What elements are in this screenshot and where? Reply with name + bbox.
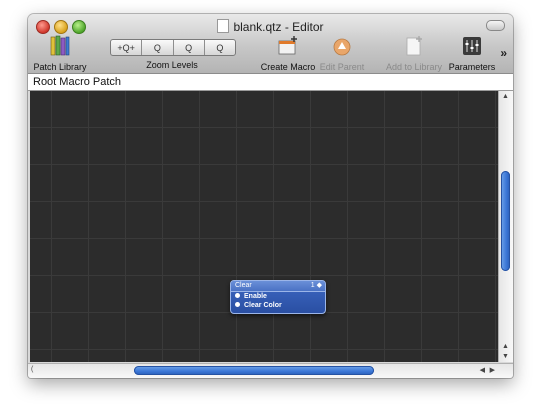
scroll-left-arrow-icon[interactable]: ◀ [480, 366, 485, 374]
port-dot-icon[interactable] [235, 293, 240, 298]
edit-parent-icon [333, 38, 351, 56]
add-to-library-icon [406, 36, 422, 56]
vertical-scroll-thumb[interactable] [501, 171, 510, 271]
patch-library-icon [50, 35, 70, 56]
create-macro-label: Create Macro [260, 62, 316, 72]
zoom-in-button[interactable]: Q [205, 40, 235, 55]
toolbar-toggle-button[interactable] [486, 20, 505, 31]
patch-library-button[interactable]: Patch Library [30, 35, 90, 72]
document-icon [217, 19, 230, 33]
zoom-actual-button[interactable]: Q [174, 40, 205, 55]
input-port-clear-color[interactable]: Clear Color [231, 301, 325, 310]
patch-library-label: Patch Library [33, 62, 87, 72]
port-dot-icon[interactable] [235, 302, 240, 307]
scroll-up-arrow-icon[interactable]: ▲ [502, 343, 509, 350]
add-to-library-label: Add to Library [385, 62, 443, 72]
breadcrumb: Root Macro Patch [28, 74, 513, 91]
titlebar: blank.qtz - Editor Patch Library +Q+ Q Q… [28, 14, 513, 74]
input-port-enable[interactable]: Enable [231, 292, 325, 301]
parameters-label: Parameters [448, 62, 496, 72]
zoom-levels-label: Zoom Levels [146, 60, 198, 70]
toolbar-overflow-button[interactable]: » [500, 46, 507, 60]
scroll-right-arrow-icon[interactable]: ▶ [490, 366, 495, 374]
patch-header[interactable]: Clear 1 ◆ [231, 281, 325, 292]
clear-patch[interactable]: Clear 1 ◆ Enable Clear Color [230, 280, 326, 314]
vertical-scrollbar[interactable]: ▲ ▲ ▼ [498, 91, 513, 362]
parameters-button[interactable]: Parameters [446, 35, 498, 72]
add-to-library-button[interactable]: Add to Library [384, 35, 444, 72]
zoom-levels-control[interactable]: +Q+ Q Q Q [110, 39, 236, 56]
window-title: blank.qtz - Editor [28, 19, 513, 34]
port-label: Enable [244, 293, 267, 300]
zoom-out-button[interactable]: Q [142, 40, 174, 55]
port-label: Clear Color [244, 302, 282, 309]
edit-parent-button[interactable]: Edit Parent [316, 35, 368, 72]
parameters-icon [463, 37, 481, 55]
window-title-text: blank.qtz - Editor [233, 20, 324, 34]
create-macro-button[interactable]: Create Macro [260, 35, 316, 72]
patch-title: Clear [235, 282, 252, 289]
horizontal-scroll-thumb[interactable] [134, 366, 374, 375]
editor-canvas[interactable]: Clear 1 ◆ Enable Clear Color [30, 91, 499, 362]
create-macro-icon [278, 36, 297, 55]
scroll-down-arrow-icon[interactable]: ▼ [502, 353, 509, 360]
horizontal-scrollbar[interactable]: ( ◀ ▶ [28, 363, 513, 378]
patch-menu-button[interactable]: 1 ◆ [311, 281, 322, 291]
scroll-left-cap-icon: ( [31, 366, 34, 373]
scroll-up-arrow-icon[interactable]: ▲ [502, 93, 509, 100]
editor-window: blank.qtz - Editor Patch Library +Q+ Q Q… [28, 14, 513, 378]
edit-parent-label: Edit Parent [319, 62, 365, 72]
zoom-fit-button[interactable]: +Q+ [111, 40, 143, 55]
